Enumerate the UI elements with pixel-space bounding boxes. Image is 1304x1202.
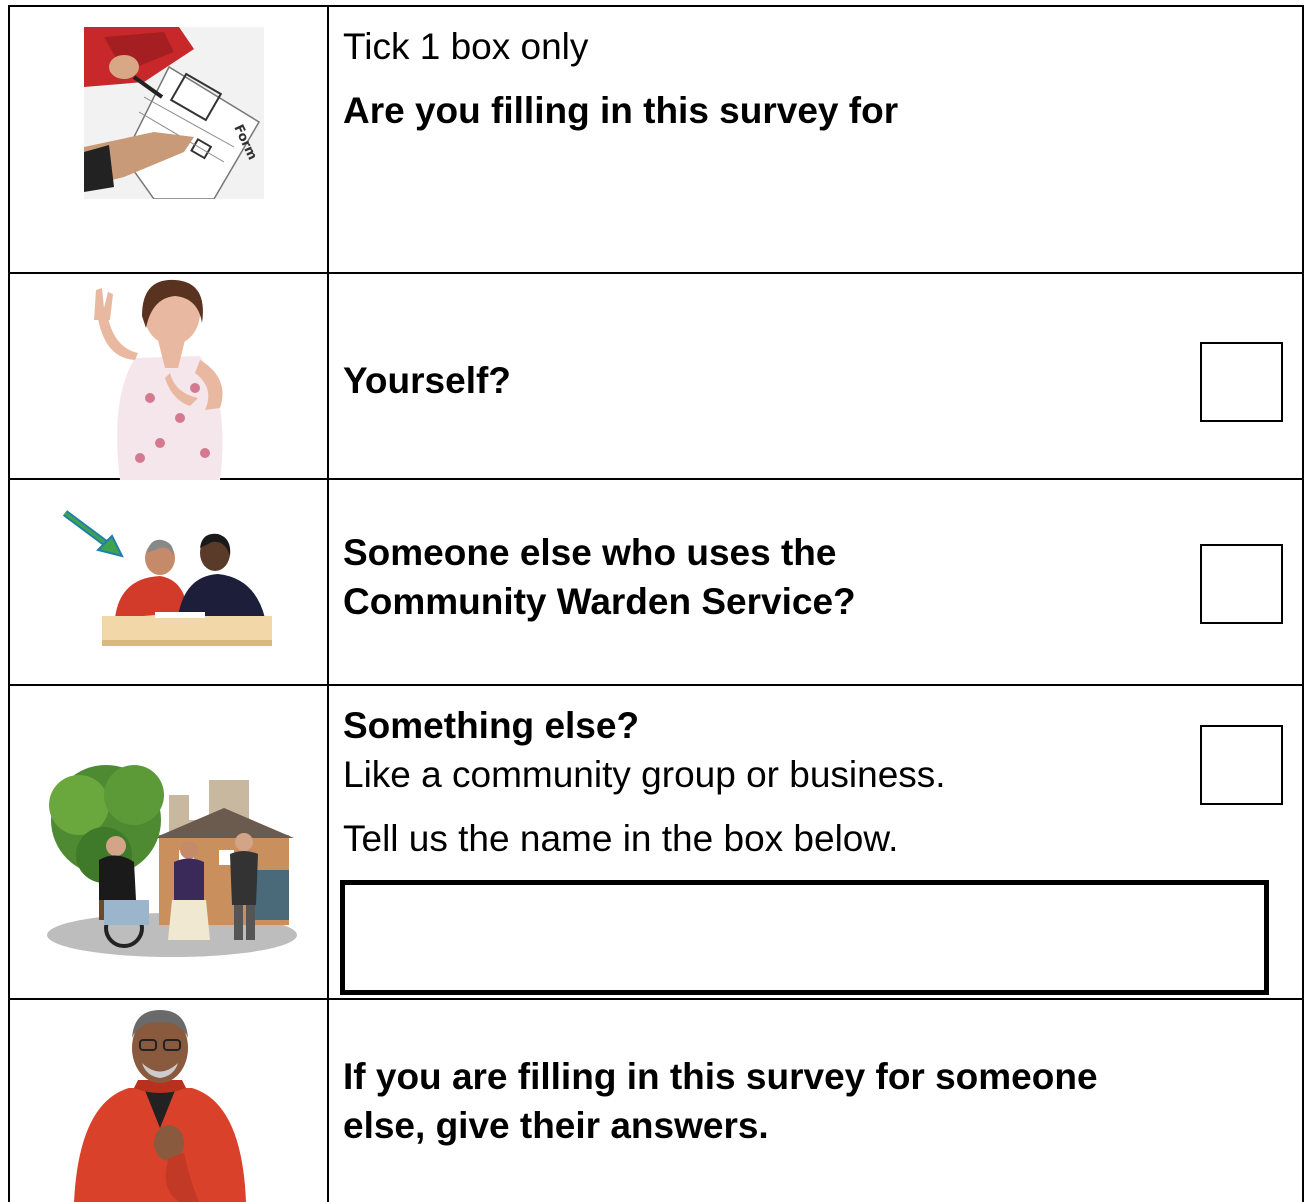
note-line2: else, give their answers. bbox=[343, 1105, 769, 1146]
option-someone-else-label-line2: Community Warden Service? bbox=[343, 581, 856, 622]
row-divider bbox=[8, 684, 1304, 686]
option-something-else-hint: Like a community group or business. bbox=[343, 754, 946, 795]
instruction-text: Tick 1 box only bbox=[343, 26, 589, 67]
form-signing-picture: Form bbox=[84, 27, 264, 199]
name-input[interactable] bbox=[340, 880, 1269, 995]
table-border-top bbox=[8, 5, 1304, 7]
note-line1: If you are filling in this survey for so… bbox=[343, 1056, 1098, 1097]
option-something-else-checkbox[interactable] bbox=[1200, 725, 1283, 805]
man-pointing-to-self-picture bbox=[74, 1010, 246, 1202]
option-someone-else-label-line1: Someone else who uses the bbox=[343, 532, 837, 573]
column-divider bbox=[327, 5, 329, 1202]
row-divider bbox=[8, 272, 1304, 274]
option-something-else-label: Something else? bbox=[343, 705, 640, 746]
option-yourself-label: Yourself? bbox=[343, 360, 511, 401]
community-group-picture bbox=[47, 765, 297, 957]
row-divider bbox=[8, 998, 1304, 1000]
question-heading: Are you filling in this survey for bbox=[343, 90, 899, 131]
table-border-left bbox=[8, 5, 10, 1202]
woman-raising-hand-picture bbox=[94, 279, 223, 480]
option-something-else-instruction: Tell us the name in the box below. bbox=[343, 818, 899, 859]
option-yourself-checkbox[interactable] bbox=[1200, 342, 1283, 422]
two-people-at-desk-picture bbox=[62, 510, 272, 646]
option-someone-else-checkbox[interactable] bbox=[1200, 544, 1283, 624]
